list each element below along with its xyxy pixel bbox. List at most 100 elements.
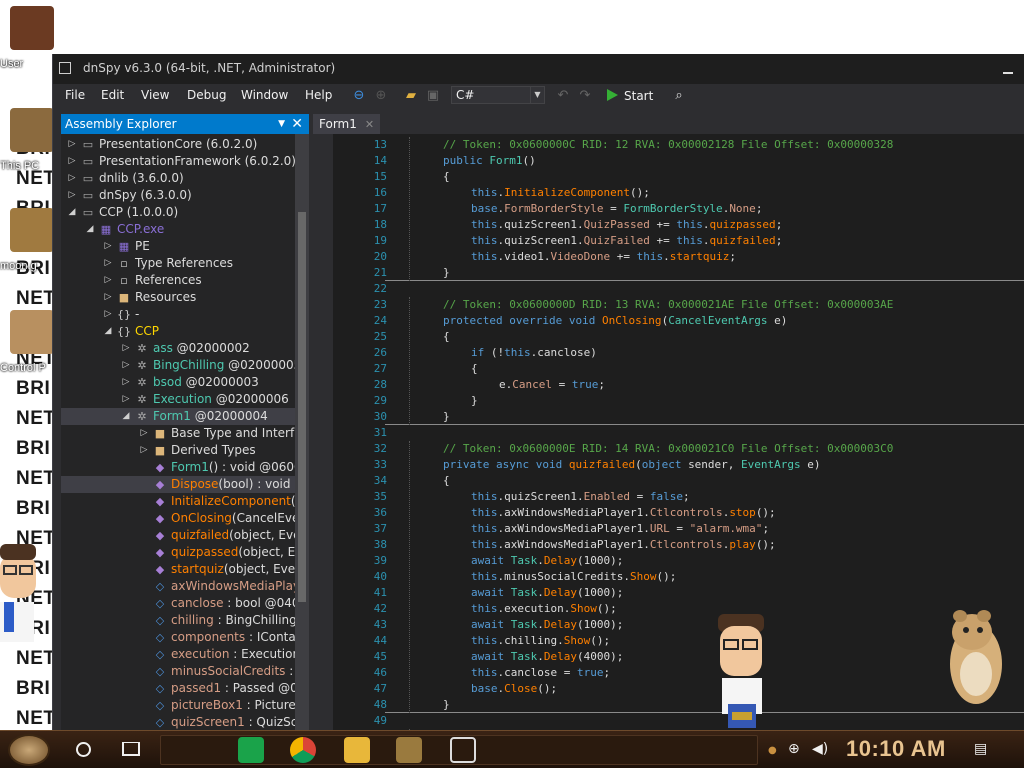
menu-view[interactable]: View: [141, 88, 169, 102]
tree-item[interactable]: ◇ chilling : BingChilling: [61, 612, 295, 629]
tree-item[interactable]: ◢ {} CCP: [61, 323, 295, 340]
tree-item[interactable]: ◢ ▦ CCP.exe: [61, 221, 295, 238]
tree-item[interactable]: ◇ passed1 : Passed @040: [61, 680, 295, 697]
tree-item[interactable]: ▷ ■ Derived Types: [61, 442, 295, 459]
task-view-icon[interactable]: [122, 742, 140, 756]
menu-file[interactable]: File: [65, 88, 85, 102]
tab-form1[interactable]: Form1 ✕: [313, 114, 381, 134]
tree-item[interactable]: ▷ ■ Resources: [61, 289, 295, 306]
expand-arrow-icon[interactable]: ▷: [103, 272, 113, 289]
desktop-shortcut-icon[interactable]: [10, 6, 54, 50]
redo-icon[interactable]: ↷: [575, 87, 595, 105]
tree-item[interactable]: ◇ quizScreen1 : QuizScre: [61, 714, 295, 730]
menu-window[interactable]: Window: [241, 88, 288, 102]
tree-item[interactable]: ◇ components : IContai: [61, 629, 295, 646]
tree-item[interactable]: ▷ ■ Base Type and Interfac: [61, 425, 295, 442]
expand-arrow-icon[interactable]: ▷: [67, 187, 77, 204]
search-circle-icon[interactable]: [76, 742, 91, 757]
collapse-arrow-icon[interactable]: ◢: [121, 408, 131, 425]
search-icon[interactable]: ⌕: [669, 87, 689, 105]
collapse-arrow-icon[interactable]: ◢: [67, 204, 77, 221]
tree-item[interactable]: ◆InitializeComponent(): [61, 493, 295, 510]
expand-arrow-icon[interactable]: ▷: [67, 153, 77, 170]
start-button[interactable]: Start: [607, 86, 653, 106]
tree-item[interactable]: ▷ ▭ dnlib (3.6.0.0): [61, 170, 295, 187]
clock[interactable]: 10:10 AM: [846, 736, 946, 762]
title-bar[interactable]: dnSpy v6.3.0 (64-bit, .NET, Administrato…: [53, 54, 1024, 84]
file-explorer-icon[interactable]: [344, 737, 370, 763]
tree-item[interactable]: ◇ canclose : bool @0400: [61, 595, 295, 612]
tree-item[interactable]: ◆ quizpassed(object, Eve: [61, 544, 295, 561]
desktop-shortcut-icon[interactable]: [10, 108, 54, 152]
app-icon-green[interactable]: [238, 737, 264, 763]
tree-item[interactable]: ▷ ▫ Type References: [61, 255, 295, 272]
expand-arrow-icon[interactable]: ▷: [121, 357, 131, 374]
undo-icon[interactable]: ↶: [553, 87, 573, 105]
scrollbar-thumb[interactable]: [298, 212, 306, 602]
collapse-arrow-icon[interactable]: ◢: [85, 221, 95, 238]
tree-item[interactable]: ▷ ▭ dnSpy (6.3.0.0): [61, 187, 295, 204]
tree-item[interactable]: ▷ {} -: [61, 306, 295, 323]
tree-item[interactable]: ◇ execution : Execution: [61, 646, 295, 663]
notification-icon[interactable]: ▤: [974, 741, 987, 757]
assembly-icon: ▭: [82, 155, 94, 168]
globe-icon[interactable]: ⊕: [788, 741, 800, 757]
code-view[interactable]: 13 // Token: 0x0600000C RID: 12 RVA: 0x00…: [333, 134, 1024, 730]
chevron-down-icon[interactable]: ▼: [530, 87, 544, 103]
language-select[interactable]: C# ▼: [451, 86, 545, 104]
tree-item[interactable]: ▷ ▭ PresentationFramework (6.0.2.0): [61, 153, 295, 170]
tree-item[interactable]: ▷ ✲ BingChilling @02000005: [61, 357, 295, 374]
expand-arrow-icon[interactable]: ▷: [103, 238, 113, 255]
menu-edit[interactable]: Edit: [101, 88, 124, 102]
expand-arrow-icon[interactable]: ▷: [139, 425, 149, 442]
tree-item[interactable]: ◇ minusSocialCredits : N: [61, 663, 295, 680]
start-menu-button[interactable]: [8, 734, 50, 766]
forward-icon[interactable]: ⊕: [371, 87, 391, 105]
tree-item[interactable]: ◢ ▭ CCP (1.0.0.0): [61, 204, 295, 221]
expand-arrow-icon[interactable]: ▷: [121, 391, 131, 408]
expand-arrow-icon[interactable]: ▷: [103, 289, 113, 306]
tree-item[interactable]: ◆ Form1() : void @06000: [61, 459, 295, 476]
tree-item[interactable]: ▷ ▦ PE: [61, 238, 295, 255]
dnspy-taskbar-icon[interactable]: [450, 737, 476, 763]
tree-item[interactable]: ◆ Dispose(bool) : void @: [61, 476, 295, 493]
tree-item[interactable]: ▷ ✲ Execution @02000006: [61, 391, 295, 408]
restore-icon[interactable]: [59, 62, 71, 74]
expand-arrow-icon[interactable]: ▷: [139, 442, 149, 459]
tree-item[interactable]: ◆ OnClosing(CancelEver: [61, 510, 295, 527]
expand-arrow-icon[interactable]: ▷: [121, 374, 131, 391]
expand-arrow-icon[interactable]: ▷: [67, 136, 77, 153]
expand-arrow-icon[interactable]: ▷: [103, 255, 113, 272]
desktop-shortcut-icon[interactable]: [10, 208, 54, 252]
tree-item[interactable]: ◆ quizfailed(object, Ever: [61, 527, 295, 544]
close-icon[interactable]: ✕: [291, 114, 303, 134]
save-all-icon[interactable]: ▣: [423, 87, 443, 105]
desktop-shortcut-icon[interactable]: [10, 310, 54, 354]
code-text: this.quizScreen1.QuizFailed += this.quiz…: [471, 234, 783, 247]
expand-arrow-icon[interactable]: ▷: [121, 340, 131, 357]
tree-item[interactable]: ◆ startquiz(object, Event: [61, 561, 295, 578]
expand-arrow-icon[interactable]: ▷: [67, 170, 77, 187]
tree-scrollbar[interactable]: [295, 134, 309, 730]
chevron-down-icon[interactable]: ▼: [278, 114, 285, 134]
menu-help[interactable]: Help: [305, 88, 332, 102]
code-line: 16 this.InitializeComponent();: [333, 185, 1024, 201]
tree-item[interactable]: ▷ ✲ ass @02000002: [61, 340, 295, 357]
tree-item[interactable]: ▷ ▭ PresentationCore (6.0.2.0): [61, 136, 295, 153]
tree-item[interactable]: ▷ ▫ References: [61, 272, 295, 289]
tree-item[interactable]: ▷ ✲ bsod @02000003: [61, 374, 295, 391]
menu-debug[interactable]: Debug: [187, 88, 226, 102]
volume-icon[interactable]: ◀): [812, 741, 828, 757]
tree-item[interactable]: ◢ ✲ Form1 @02000004: [61, 408, 295, 425]
chrome-icon[interactable]: [290, 737, 316, 763]
tree-item[interactable]: ◇ axWindowsMediaPlay: [61, 578, 295, 595]
collapse-arrow-icon[interactable]: ◢: [103, 323, 113, 340]
back-icon[interactable]: ⊖: [349, 87, 369, 105]
close-icon[interactable]: ✕: [365, 118, 374, 131]
tray-icon[interactable]: ●: [768, 745, 777, 756]
open-icon[interactable]: ▰: [401, 87, 421, 105]
app-icon-image[interactable]: [396, 737, 422, 763]
expand-arrow-icon[interactable]: ▷: [103, 306, 113, 323]
tree-item[interactable]: ◇ pictureBox1 : PictureB: [61, 697, 295, 714]
minimize-icon[interactable]: [1003, 58, 1013, 74]
